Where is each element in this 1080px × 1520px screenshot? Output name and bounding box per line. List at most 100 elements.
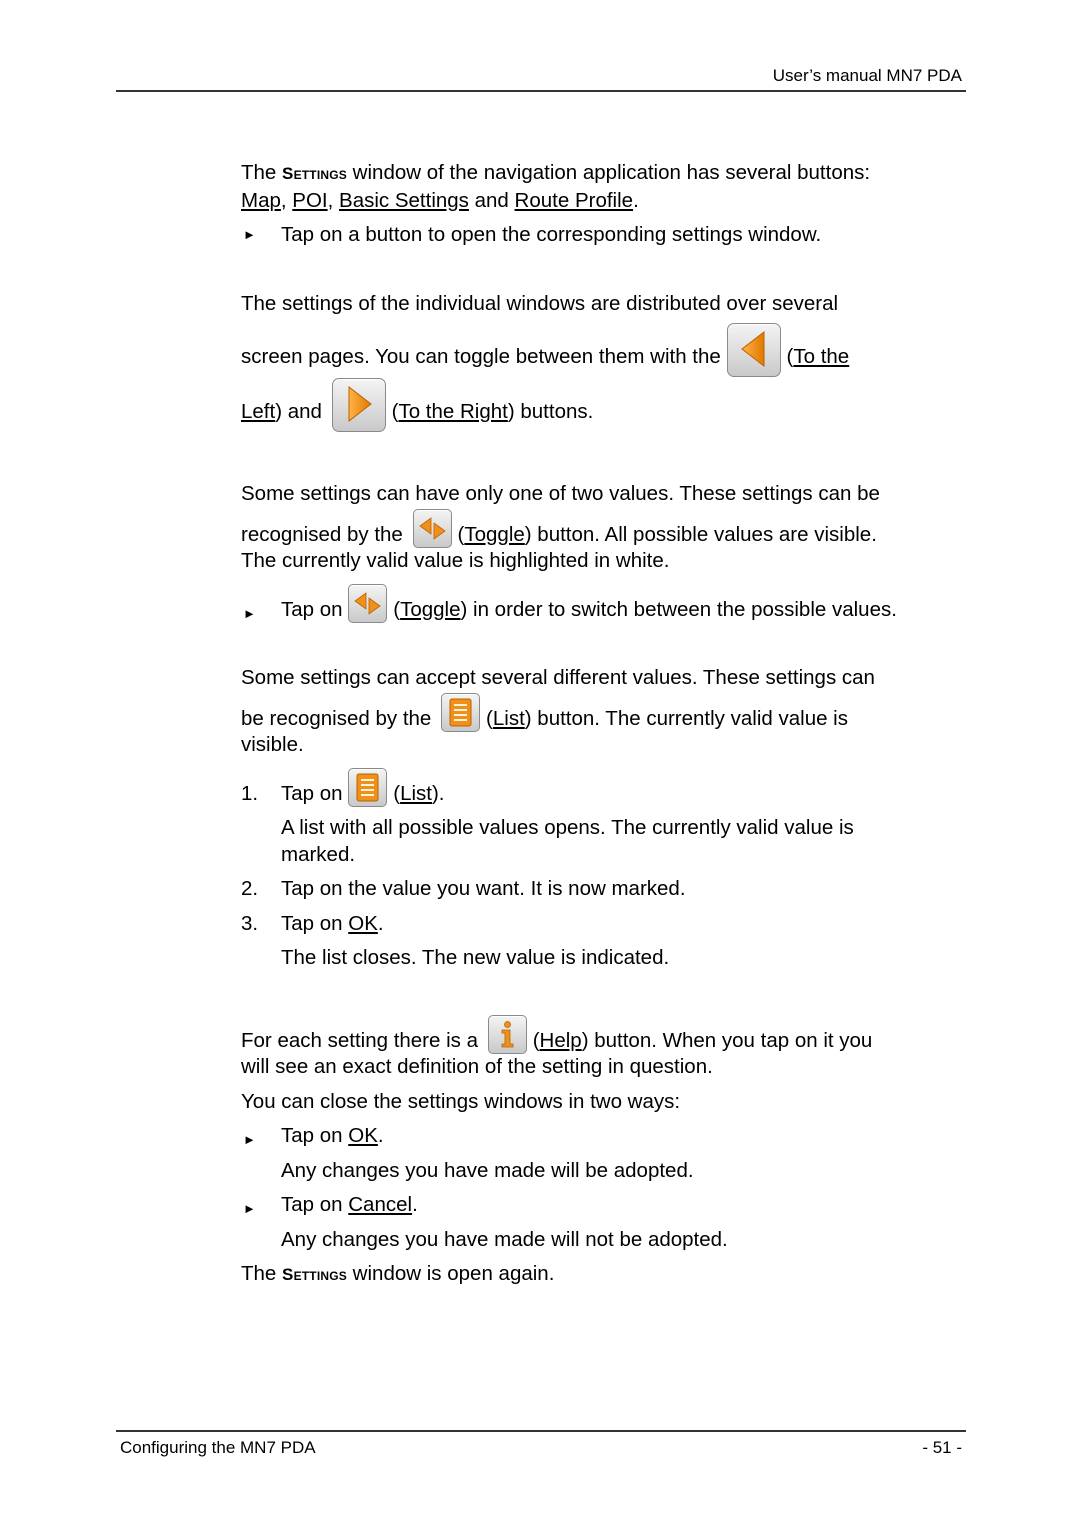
text: ) buttons.: [507, 400, 594, 423]
bullet-icon: ►: [243, 605, 256, 621]
text: Tap on: [281, 1124, 349, 1147]
info-icon: [501, 1020, 514, 1047]
text: The currently valid value is highlighted…: [241, 549, 670, 572]
text: Tap on: [281, 781, 349, 805]
bullet-note: Any changes you have made will be adopte…: [281, 1158, 694, 1182]
to-the-right-link[interactable]: To the Right: [398, 400, 507, 423]
step-note: The list closes. The new value is indica…: [281, 946, 670, 969]
list-paragraph-cont: be recognised by the (List) button. The …: [241, 692, 971, 759]
text: Tap on: [281, 597, 349, 621]
text: ,: [327, 188, 340, 212]
running-header: User’s manual MN7 PDA: [772, 66, 962, 85]
text: .: [377, 911, 384, 935]
text: recognised by the: [241, 522, 409, 546]
page-body: The Settings window of the navigation ap…: [241, 160, 971, 1289]
bullet-item: ► Tap on Cancel.: [241, 1192, 971, 1219]
text: ,: [280, 188, 293, 212]
text: The: [241, 1262, 283, 1285]
toggle-paragraph-cont: recognised by the (Toggle) button. All p…: [241, 508, 971, 575]
step-item: 3. Tap on OK.: [241, 911, 971, 938]
pages-paragraph-cont: screen pages. You can toggle between the…: [241, 322, 971, 439]
step-item: 1. Tap on (List).: [241, 767, 971, 808]
help-paragraph: For each setting there is a (Help) butto…: [241, 1014, 971, 1081]
route-profile-link[interactable]: Route Profile: [515, 189, 634, 212]
basic-settings-link[interactable]: Basic Settings: [339, 189, 469, 212]
close-paragraph: You can close the settings windows in tw…: [241, 1089, 681, 1113]
toggle-link[interactable]: Toggle: [464, 523, 524, 546]
ok-link[interactable]: OK: [348, 912, 378, 935]
pages-paragraph: The settings of the individual windows a…: [241, 291, 971, 318]
text: ) in order to switch between the possibl…: [460, 597, 897, 621]
text: Some settings can have only one of two v…: [241, 482, 880, 505]
footer-section: Configuring the MN7 PDA: [120, 1438, 316, 1457]
step-item: 2. Tap on the value you want. It is now …: [241, 876, 971, 903]
settings-term: Settings: [282, 164, 347, 183]
footer-rule: [116, 1430, 966, 1432]
toggle-icon: [418, 516, 446, 540]
list-paragraph: Some settings can accept several differe…: [241, 665, 971, 692]
help-link[interactable]: Help: [540, 1029, 582, 1052]
text: Tap on the value you want. It is now mar…: [281, 877, 686, 900]
arrow-right-icon: [348, 385, 372, 422]
text: Some settings can accept several differe…: [241, 666, 875, 689]
text: .: [633, 188, 639, 212]
step-number: 3.: [241, 911, 259, 935]
text: ) button. All possible values are visibl…: [524, 522, 877, 546]
to-the-left-link-cont[interactable]: Left: [241, 400, 275, 423]
list-link[interactable]: List: [493, 707, 525, 730]
text: window of the navigation application has…: [346, 161, 871, 184]
step-note: A list with all possible values opens. T…: [281, 816, 854, 866]
to-the-left-link[interactable]: To the: [793, 345, 849, 368]
bullet-icon: ►: [243, 227, 256, 242]
text: ) button. When you tap on it you: [581, 1028, 873, 1052]
help-button[interactable]: [487, 1014, 527, 1054]
text: will see an exact definition of the sett…: [241, 1055, 713, 1078]
text: Tap on: [281, 1193, 349, 1216]
text: .: [412, 1193, 418, 1216]
text: ).: [431, 781, 445, 805]
to-the-right-button[interactable]: [331, 377, 386, 432]
bullet-item: ► Tap on (Toggle) in order to switch bet…: [241, 583, 971, 624]
intro-paragraph: The Settings window of the navigation ap…: [241, 160, 971, 214]
text: The: [241, 161, 283, 184]
text: The settings of the individual windows a…: [241, 291, 839, 315]
list-link[interactable]: List: [400, 782, 432, 805]
poi-link[interactable]: POI: [292, 189, 327, 212]
text: be recognised by the: [241, 706, 438, 730]
text: For each setting there is a: [241, 1028, 484, 1052]
closing-paragraph: The Settings window is open again.: [241, 1261, 971, 1289]
list-icon: [449, 698, 472, 727]
arrow-left-icon: [740, 330, 765, 367]
toggle-button[interactable]: [412, 508, 452, 548]
ok-link[interactable]: OK: [348, 1124, 378, 1147]
cancel-link[interactable]: Cancel: [348, 1193, 412, 1216]
bullet-note: Any changes you have made will not be ad…: [281, 1227, 728, 1251]
to-the-left-button[interactable]: [726, 322, 781, 377]
toggle-button[interactable]: [348, 583, 388, 623]
text: window is open again.: [346, 1262, 555, 1285]
toggle-icon: [354, 591, 381, 615]
step-number: 2.: [241, 877, 259, 900]
toggle-paragraph: Some settings can have only one of two v…: [241, 481, 971, 508]
page-number: - 51 -: [922, 1438, 962, 1457]
toggle-link[interactable]: Toggle: [400, 598, 460, 621]
text: Tap on: [281, 911, 349, 935]
list-button[interactable]: [348, 767, 388, 807]
text: ) button. The currently valid value is: [524, 706, 848, 730]
text: ) and: [275, 400, 328, 423]
settings-term: Settings: [282, 1265, 347, 1284]
text: and: [468, 188, 515, 212]
bullet-icon: ►: [243, 1132, 256, 1147]
map-link[interactable]: Map: [241, 189, 281, 212]
list-button[interactable]: [441, 692, 481, 732]
bullet-item: ► Tap on a button to open the correspond…: [241, 222, 971, 249]
text: visible.: [241, 733, 304, 756]
list-icon: [356, 773, 379, 802]
text: screen pages. You can toggle between the…: [241, 345, 727, 368]
bullet-icon: ►: [243, 1201, 256, 1216]
text: .: [377, 1124, 384, 1147]
step-number: 1.: [241, 781, 259, 805]
text: Tap on a button to open the correspondin…: [281, 223, 822, 246]
bullet-item: ► Tap on OK.: [241, 1123, 971, 1150]
header-rule: [116, 90, 966, 92]
